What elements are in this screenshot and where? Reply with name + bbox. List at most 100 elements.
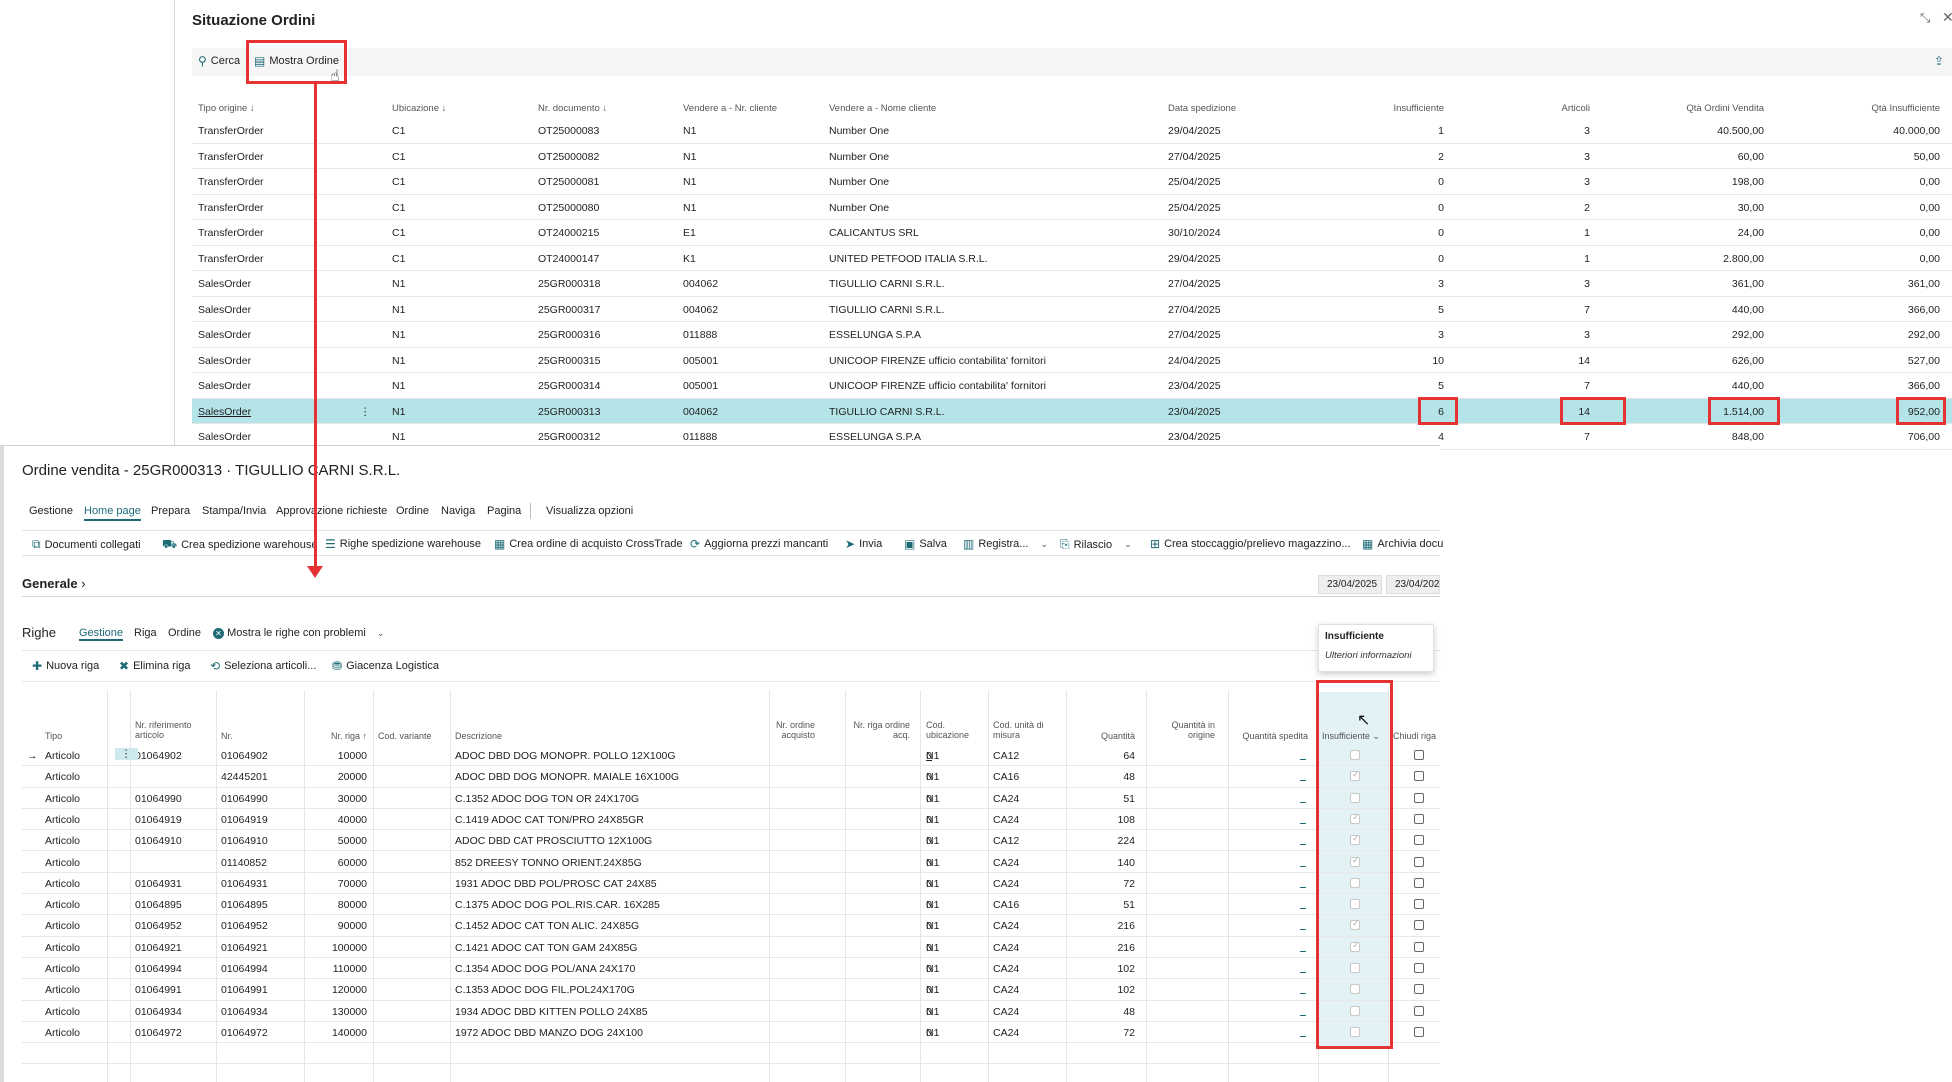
cell-tipo[interactable]: TransferOrder <box>198 227 264 239</box>
cerca-button[interactable]: ⚲ Cerca <box>198 54 240 68</box>
aggiorna-prezzi-button[interactable]: ⟳ Aggiorna prezzi mancanti <box>690 537 828 551</box>
menu-naviga[interactable]: Naviga <box>441 505 475 517</box>
bcol-header-quantita-origine[interactable]: Quantità in origine <box>1145 720 1215 740</box>
cell-tipo[interactable]: TransferOrder <box>198 125 264 137</box>
col-header-ubicazione[interactable]: Ubicazione ↓ <box>392 103 446 114</box>
collapse-icon[interactable]: ⤡ <box>1920 10 1930 26</box>
quantita-spedita-input[interactable] <box>1300 993 1306 995</box>
quantita-spedita-input[interactable] <box>1300 1014 1306 1016</box>
crea-spedizione-button[interactable]: ⛟ Crea spedizione warehouse <box>162 537 317 553</box>
table-row[interactable]: SalesOrder N1 25GR000314 005001 UNICOOP FIRE… <box>192 373 1952 399</box>
menu-home-page[interactable]: Home page <box>84 505 141 521</box>
col-header-data-spedizione[interactable]: Data spedizione <box>1168 103 1236 114</box>
bcol-header-nr-riga[interactable]: Nr. riga ↑ <box>305 731 367 741</box>
menu-pagina[interactable]: Pagina <box>487 505 521 517</box>
table-row[interactable]: TransferOrder C1 OT24000215 E1 CALICANTUS SR… <box>192 220 1952 246</box>
bcol-header-cod-variante[interactable]: Cod. variante <box>378 731 432 741</box>
cell-tipo[interactable]: SalesOrder <box>198 355 251 367</box>
col-header-tipo-origine[interactable]: Tipo origine ↓ <box>198 103 255 114</box>
table-row[interactable]: Articolo 01064910 01064910 50000 ADOC DBD CA… <box>22 830 1440 852</box>
table-row[interactable]: TransferOrder C1 OT25000081 N1 Number One 25/… <box>192 169 1952 195</box>
bcol-header-nr-ordine-acquisto[interactable]: Nr. ordine acquisto <box>750 720 815 740</box>
cell-tipo[interactable]: SalesOrder <box>198 406 251 418</box>
table-row[interactable]: TransferOrder C1 OT25000082 N1 Number One 27/… <box>192 144 1952 169</box>
chiudi-riga-checkbox[interactable] <box>1414 792 1424 803</box>
bcol-header-quantita-spedita[interactable]: Quantità spedita <box>1230 731 1308 741</box>
col-header-articoli[interactable]: Articoli <box>1480 103 1590 114</box>
table-row[interactable]: Articolo 01064991 01064991 120000 C.1353 ADO… <box>22 979 1440 1001</box>
chiudi-riga-checkbox[interactable] <box>1414 877 1424 888</box>
chevron-down-icon[interactable]: ⌄ <box>1040 539 1048 550</box>
menu-ordine[interactable]: Ordine <box>396 505 429 517</box>
table-row[interactable]: SalesOrder N1 25GR000315 005001 UNICOOP FIRE… <box>192 348 1952 373</box>
table-row[interactable]: Articolo 01064934 01064934 130000 1934 ADOC … <box>22 1001 1440 1022</box>
chiudi-riga-checkbox[interactable] <box>1414 1005 1424 1016</box>
mostra-problemi-toggle[interactable]: ✕ Mostra le righe con problemi ⌄ <box>213 627 384 639</box>
seleziona-articoli-button[interactable]: ⟲ Seleziona articoli... <box>210 659 316 673</box>
quantita-spedita-input[interactable] <box>1300 908 1306 910</box>
col-header-nr-documento[interactable]: Nr. documento ↓ <box>538 103 607 114</box>
cell-tipo[interactable]: TransferOrder <box>198 253 264 265</box>
share-icon[interactable]: ⇪ <box>1934 54 1944 68</box>
righe-tab-riga[interactable]: Riga <box>134 627 157 639</box>
menu-prepara[interactable]: Prepara <box>151 505 190 517</box>
quantita-spedita-input[interactable] <box>1300 759 1306 760</box>
chiudi-riga-checkbox[interactable] <box>1414 835 1424 846</box>
table-row[interactable]: Articolo 01064990 01064990 30000 C.1352 ADOC… <box>22 788 1440 809</box>
col-header-qta-insufficiente[interactable]: Qtà Insufficiente <box>1800 103 1940 114</box>
righe-tab-ordine[interactable]: Ordine <box>168 627 201 639</box>
cell-tipo[interactable]: SalesOrder <box>198 380 251 392</box>
chiudi-riga-checkbox[interactable] <box>1414 920 1424 931</box>
table-row[interactable]: Articolo 01064994 01064994 110000 C.1354 ADO… <box>22 958 1440 980</box>
table-row[interactable]: Articolo 01064902 01064902 10000 ADOC DBD DO… <box>22 745 1440 767</box>
table-row[interactable]: TransferOrder C1 OT25000083 N1 Number One 29/… <box>192 118 1952 144</box>
table-row[interactable]: Articolo 01140852 60000 852 DREESY TONNO OR… <box>22 852 1440 873</box>
menu-gestione[interactable]: Gestione <box>29 505 73 517</box>
bcol-header-nr-riga-ordine-acq[interactable]: Nr. riga ordine acq. <box>840 720 910 740</box>
righe-tab-gestione[interactable]: Gestione <box>79 627 124 641</box>
chiudi-riga-checkbox[interactable] <box>1414 941 1424 952</box>
chiudi-riga-checkbox[interactable] <box>1414 771 1424 782</box>
bcol-header-cod-unita-misura[interactable]: Cod. unità di misura <box>993 720 1044 740</box>
col-header-qta-ordini-vendita[interactable]: Qtà Ordini Vendita <box>1620 103 1764 114</box>
table-row[interactable]: SalesOrder N1 25GR000317 004062 TIGULLIO CAR… <box>192 297 1952 322</box>
quantita-spedita-input[interactable] <box>1300 950 1306 952</box>
table-row[interactable]: SalesOrder N1 25GR000316 011888 ESSELUNGA S.… <box>192 322 1952 348</box>
chiudi-riga-checkbox[interactable] <box>1414 984 1424 995</box>
cell-tipo[interactable]: SalesOrder <box>198 278 251 290</box>
table-row[interactable]: SalesOrder N1 25GR000313 004062 TIGULLIO CAR… <box>192 398 1952 424</box>
bcol-header-cod-ubicazione[interactable]: Cod. ubicazione <box>926 720 969 740</box>
bcol-header-nr[interactable]: Nr. <box>221 731 233 741</box>
menu-stampa-invia[interactable]: Stampa/Invia <box>202 505 266 517</box>
row-actions-icon[interactable]: ⋮ <box>115 748 138 760</box>
bcol-header-quantita[interactable]: Quantità <box>1070 731 1135 741</box>
chiudi-riga-checkbox[interactable] <box>1414 813 1424 824</box>
date-field-1[interactable]: 23/04/2025 <box>1318 575 1382 594</box>
cell-tipo[interactable]: TransferOrder <box>198 151 264 163</box>
menu-approvazione-richieste[interactable]: Approvazione richieste <box>276 505 387 517</box>
table-row[interactable]: TransferOrder C1 OT25000080 N1 Number One 25/… <box>192 195 1952 220</box>
quantita-spedita-input[interactable] <box>1300 801 1306 803</box>
bcol-header-tipo[interactable]: Tipo <box>45 731 62 741</box>
table-row[interactable]: SalesOrder N1 25GR000318 004062 TIGULLIO CAR… <box>192 271 1952 297</box>
rilascio-button[interactable]: ⎘ Rilascio ⌄ <box>1060 537 1132 552</box>
quantita-spedita-input[interactable] <box>1300 886 1306 888</box>
cell-tipo[interactable]: SalesOrder <box>198 304 251 316</box>
tooltip-more-info-link[interactable]: Ulteriori informazioni <box>1325 650 1427 661</box>
table-row[interactable]: Articolo 01064952 01064952 90000 C.1452 ADOC… <box>22 915 1440 937</box>
chiudi-riga-checkbox[interactable] <box>1414 899 1424 910</box>
giacenza-logistica-button[interactable]: ⛃ Giacenza Logistica <box>332 659 439 673</box>
cell-tipo[interactable]: SalesOrder <box>198 431 251 443</box>
crea-ordine-acquisto-button[interactable]: ▦ Crea ordine di acquisto CrossTrade <box>494 537 683 551</box>
table-row[interactable]: Articolo 01064919 01064919 40000 C.1419 ADOC… <box>22 809 1440 831</box>
menu-visualizza-opzioni[interactable]: Visualizza opzioni <box>546 505 633 517</box>
table-row[interactable]: Articolo 01064931 01064931 70000 1931 ADOC D… <box>22 873 1440 895</box>
col-header-nr-cliente[interactable]: Vendere a - Nr. cliente <box>683 103 777 114</box>
documenti-collegati-button[interactable]: ⧉ Documenti collegati <box>32 537 141 552</box>
chiudi-riga-checkbox[interactable] <box>1414 1026 1424 1037</box>
chevron-down-icon[interactable]: ⌄ <box>1124 539 1132 550</box>
table-row[interactable]: Articolo 42445201 20000 ADOC DBD DOG MONOPR… <box>22 766 1440 788</box>
col-header-insufficiente[interactable]: Insufficiente <box>1340 103 1444 114</box>
new-row-placeholder[interactable] <box>22 1043 1440 1065</box>
section-generale[interactable]: Generale › <box>22 576 86 591</box>
